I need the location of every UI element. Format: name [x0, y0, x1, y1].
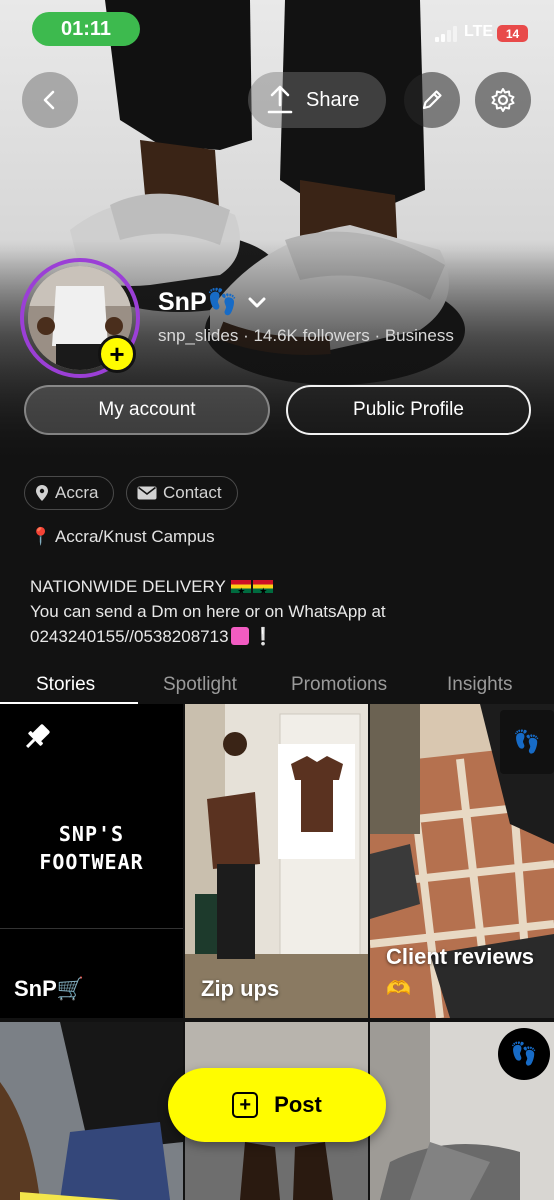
back-button[interactable]	[22, 72, 78, 128]
status-time: 01:11	[60, 17, 112, 40]
profile-name-row[interactable]: SnP👣	[158, 288, 270, 317]
bio-line-2: You can send a Dm on here or on WhatsApp…	[30, 602, 386, 621]
ghana-flag-icon	[253, 579, 274, 604]
story-title: Zip ups	[201, 976, 280, 1001]
share-upload-icon	[267, 85, 293, 114]
battery-level: 14	[505, 26, 520, 41]
my-account-label: My account	[98, 399, 196, 420]
profile-bio: NATIONWIDE DELIVERY You can send a Dm on…	[30, 574, 530, 649]
battery-icon: 14	[497, 25, 528, 42]
story-tile[interactable]: 👣	[370, 1022, 554, 1200]
status-time-pill: 01:11	[32, 12, 140, 46]
cellular-signal-icon	[435, 24, 461, 42]
profile-username: snp_slides	[158, 326, 239, 345]
shopping-bag-icon	[230, 627, 249, 645]
gear-icon	[491, 88, 515, 112]
profile-followers[interactable]: 14.6K followers	[253, 326, 369, 345]
contact-chip[interactable]: Contact	[126, 476, 238, 510]
public-profile-button[interactable]: Public Profile	[286, 385, 531, 435]
location-chip[interactable]: Accra	[24, 476, 114, 510]
chevron-down-icon[interactable]	[244, 290, 270, 316]
chevron-left-icon	[43, 90, 55, 110]
tab-insights[interactable]: Insights	[447, 674, 512, 696]
share-label: Share	[306, 88, 360, 111]
edit-button[interactable]	[404, 72, 460, 128]
bio-line-3: 0243240155//0538208713	[30, 627, 229, 646]
story-thumbnail	[185, 704, 368, 1018]
bio-line-3-suffix: ❕	[252, 627, 274, 646]
public-profile-label: Public Profile	[353, 399, 464, 420]
bio-line-1: NATIONWIDE DELIVERY	[30, 577, 226, 596]
profile-category: Business	[384, 326, 454, 345]
brand-sticker: 👣	[500, 710, 554, 774]
profile-hero: 01:11 LTE 14 Share + SnP👣 snp_slides · 1…	[0, 0, 554, 455]
story-tile[interactable]: SNP'S FOOTWEAR SnP🛒	[0, 704, 183, 1018]
pencil-icon	[422, 90, 442, 110]
mail-icon	[137, 486, 157, 500]
brand-logo-badge: 👣	[498, 1028, 550, 1080]
pin-icon	[26, 724, 50, 748]
story-logo-text: SNP'S FOOTWEAR	[39, 822, 144, 874]
tab-stories[interactable]: Stories	[36, 674, 95, 696]
post-button[interactable]: + Post	[168, 1068, 386, 1142]
location-pin-icon	[36, 485, 48, 501]
tab-spotlight[interactable]: Spotlight	[163, 674, 237, 696]
plus-square-icon: +	[232, 1092, 259, 1118]
location-chip-label: Accra	[55, 483, 99, 502]
story-tile[interactable]: Zip ups	[185, 704, 368, 1018]
story-thumbnail	[0, 1022, 183, 1200]
hand-heart-emoji: 🫶	[386, 978, 411, 1000]
network-type: LTE	[464, 23, 494, 40]
profile-meta: snp_slides · 14.6K followers · Business	[158, 326, 454, 346]
share-button[interactable]: Share	[248, 72, 386, 128]
post-label: Post	[274, 1092, 322, 1117]
tab-promotions[interactable]: Promotions	[291, 674, 387, 696]
ghana-flag-icon	[231, 579, 252, 604]
contact-chip-label: Contact	[163, 483, 222, 502]
meta-separator: ·	[374, 326, 381, 345]
story-title: Client reviews	[386, 944, 534, 969]
story-tile[interactable]: 👣 Client reviews 🫶	[370, 704, 554, 1018]
profile-name: SnP👣	[158, 288, 238, 316]
location-line: 📍 Accra/Knust Campus	[30, 527, 215, 546]
profile-tabs: Stories Spotlight Promotions Insights	[0, 666, 554, 704]
my-account-button[interactable]: My account	[24, 385, 270, 435]
meta-separator: ·	[243, 326, 249, 345]
story-title: SnP🛒	[14, 976, 85, 1001]
add-story-button[interactable]: +	[98, 335, 136, 373]
settings-button[interactable]	[475, 72, 531, 128]
story-tile[interactable]	[0, 1022, 183, 1200]
